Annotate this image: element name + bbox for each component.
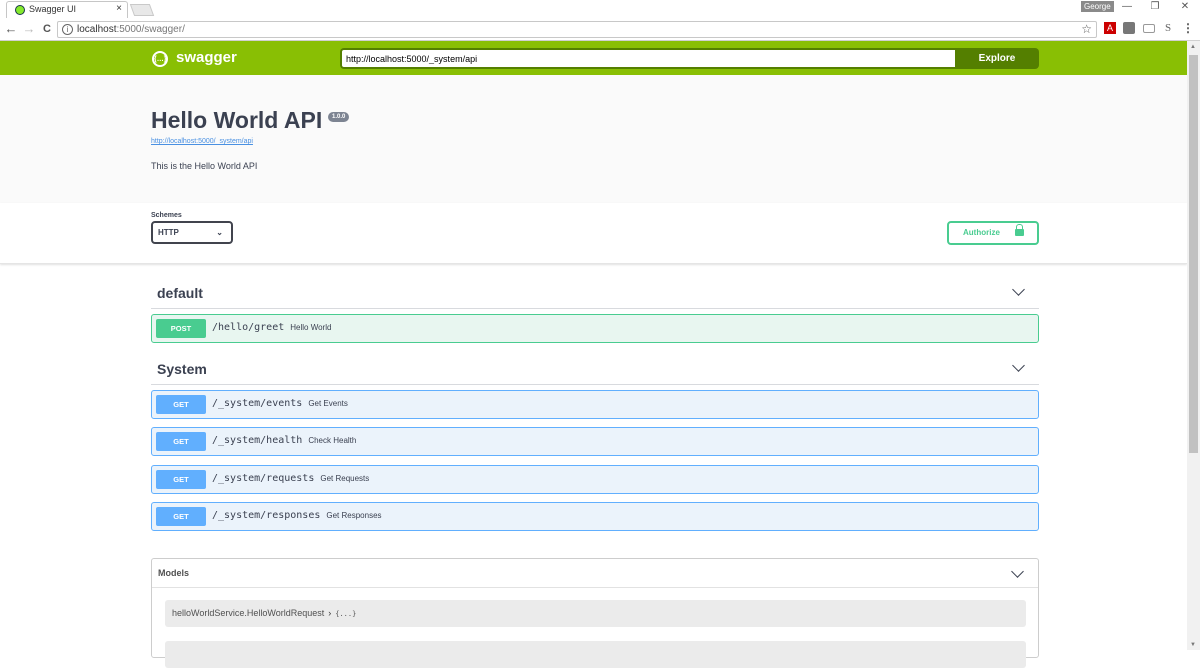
reload-icon[interactable]: C	[40, 21, 54, 37]
operation-path: /_system/requests Get Requests	[212, 473, 370, 484]
models-title[interactable]: Models	[158, 568, 189, 578]
minimize-icon[interactable]: —	[1120, 1, 1134, 12]
tag-system-header[interactable]: System	[151, 356, 1039, 385]
page-scrollbar[interactable]: ▲ ▼	[1187, 41, 1200, 650]
authorize-button[interactable]: Authorize	[947, 221, 1039, 245]
swagger-logo-icon[interactable]: {…}	[152, 51, 168, 67]
chevron-down-icon[interactable]	[1011, 565, 1024, 578]
model-row[interactable]: helloWorldService.HelloWorldRequest › {...…	[165, 600, 1026, 627]
cast-icon[interactable]	[1143, 24, 1155, 33]
operation-summary: Check Health	[308, 436, 357, 445]
api-title: Hello World API	[151, 107, 323, 133]
version-badge: 1.0.0	[328, 112, 350, 122]
swagger-logo-text[interactable]: swagger	[176, 49, 237, 66]
browser-tab[interactable]: Swagger UI ×	[6, 1, 128, 18]
chevron-down-icon[interactable]	[1012, 283, 1025, 296]
models-divider	[152, 587, 1038, 588]
operation-path: /_system/health Check Health	[212, 435, 357, 446]
browser-tab-strip: Swagger UI × George — ❐ ✕	[0, 0, 1200, 18]
operation-path: /hello/greet Hello World	[212, 322, 332, 333]
tab-title: Swagger UI	[29, 4, 77, 14]
api-info: Hello World API 1.0.0 http://localhost:5…	[0, 75, 1187, 203]
info-icon[interactable]: i	[62, 24, 73, 35]
schemes-select[interactable]: HTTP ⌄	[151, 221, 233, 244]
tag-title: default	[157, 285, 203, 301]
authorize-label: Authorize	[963, 228, 1000, 237]
operation-path: /_system/responses Get Responses	[212, 510, 382, 521]
address-url: localhost:5000/swagger/	[77, 24, 185, 35]
method-badge: GET	[156, 432, 206, 451]
logo-glyph: {…}	[154, 56, 167, 63]
model-name: helloWorldService.HelloWorldRequest › {...…	[172, 608, 357, 618]
tag-default-header[interactable]: default	[151, 280, 1039, 309]
operation-summary: Get Requests	[320, 474, 370, 483]
operation-summary: Get Responses	[326, 511, 382, 520]
pdf-extension-icon[interactable]: A	[1104, 22, 1116, 34]
swagger-favicon-icon	[15, 5, 25, 15]
tag-title: System	[157, 361, 207, 377]
back-icon[interactable]: ←	[4, 21, 18, 37]
close-window-icon[interactable]: ✕	[1178, 1, 1192, 12]
models-section: Models helloWorldService.HelloWorldReque…	[151, 558, 1039, 668]
chevron-down-icon[interactable]	[1012, 359, 1025, 372]
address-bar[interactable]: i localhost:5000/swagger/ ☆	[57, 21, 1097, 38]
spec-url-input[interactable]	[340, 48, 955, 69]
chevron-down-icon: ⌄	[216, 228, 223, 237]
api-description: This is the Hello World API	[151, 161, 258, 171]
extension-icon[interactable]	[1123, 22, 1135, 34]
operation-get-system-requests[interactable]: GET /_system/requests Get Requests	[151, 465, 1039, 494]
method-badge: GET	[156, 470, 206, 489]
method-badge: POST	[156, 319, 206, 338]
scrollbar-thumb[interactable]	[1189, 55, 1198, 453]
operation-get-system-health[interactable]: GET /_system/health Check Health	[151, 427, 1039, 456]
scroll-up-icon[interactable]: ▲	[1190, 44, 1196, 50]
forward-icon[interactable]: →	[22, 21, 36, 37]
lock-icon	[1015, 224, 1024, 236]
schemes-selected-value: HTTP	[158, 228, 179, 237]
schemes-label: Schemes	[151, 212, 182, 219]
new-tab-button[interactable]	[129, 4, 155, 16]
swagger-topbar: {…} swagger Explore	[0, 41, 1187, 75]
browser-menu-icon[interactable]: ⋮	[1182, 22, 1194, 34]
tab-close-icon[interactable]: ×	[116, 3, 122, 14]
scroll-down-icon[interactable]: ▼	[1190, 642, 1196, 648]
operation-get-system-events[interactable]: GET /_system/events Get Events	[151, 390, 1039, 419]
restore-icon[interactable]: ❐	[1148, 1, 1162, 12]
method-badge: GET	[156, 507, 206, 526]
bookmark-star-icon[interactable]: ☆	[1081, 22, 1092, 36]
explore-button[interactable]: Explore	[955, 48, 1039, 69]
model-collapsed-brace[interactable]: {...}	[335, 610, 356, 618]
profile-badge[interactable]: George	[1081, 1, 1114, 12]
operation-summary: Get Events	[308, 399, 348, 408]
operation-post-hello-greet[interactable]: POST /hello/greet Hello World	[151, 314, 1039, 343]
s-extension-icon[interactable]: S	[1162, 22, 1174, 34]
operation-get-system-responses[interactable]: GET /_system/responses Get Responses	[151, 502, 1039, 531]
operation-path: /_system/events Get Events	[212, 398, 348, 409]
scheme-container: Schemes HTTP ⌄ Authorize	[0, 203, 1187, 264]
browser-toolbar: ← → C i localhost:5000/swagger/ ☆ A S ⋮	[0, 18, 1200, 41]
operation-summary: Hello World	[290, 323, 332, 332]
model-row[interactable]	[165, 641, 1026, 668]
chevron-right-icon[interactable]: ›	[328, 608, 331, 618]
api-spec-link[interactable]: http://localhost:5000/_system/api	[151, 138, 253, 145]
method-badge: GET	[156, 395, 206, 414]
